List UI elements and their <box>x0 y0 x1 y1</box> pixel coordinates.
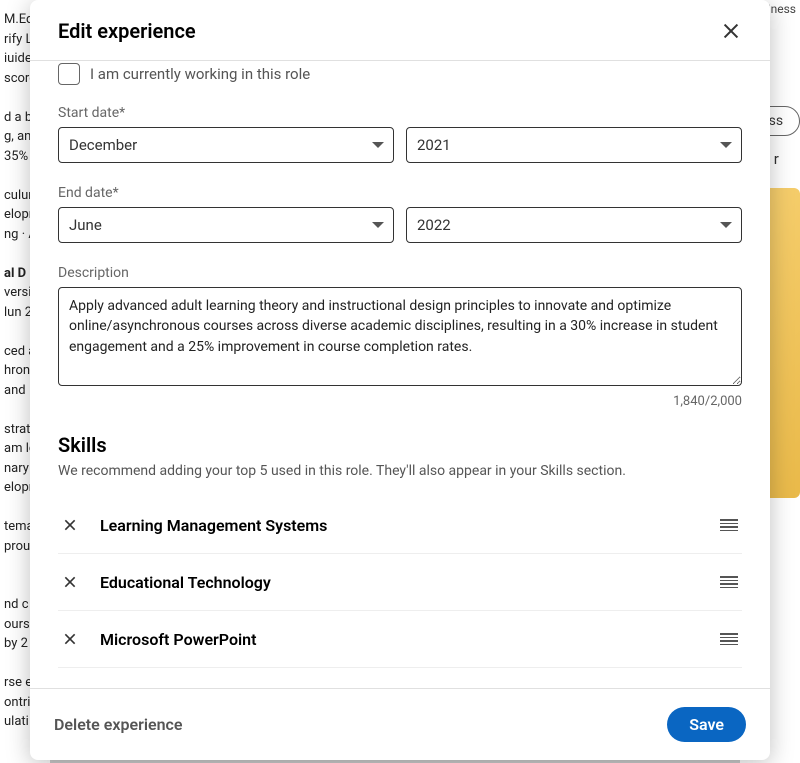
close-icon <box>720 20 742 42</box>
char-counter: 1,840/2,000 <box>58 394 742 409</box>
modal-footer: Delete experience Save <box>30 688 770 760</box>
end-year-select[interactable]: 2022 <box>406 207 742 243</box>
modal-header: Edit experience <box>30 0 770 61</box>
end-date-row: June 2022 <box>58 207 742 243</box>
skills-list: Learning Management Systems Educational … <box>58 497 742 688</box>
edit-experience-modal: Edit experience I am currently working i… <box>30 0 770 760</box>
drag-handle-icon[interactable] <box>716 515 742 535</box>
remove-skill-button[interactable] <box>58 513 82 537</box>
skill-row: Learning Management Systems <box>58 497 742 554</box>
start-date-row: December 2021 <box>58 127 742 163</box>
modal-title: Edit experience <box>58 19 196 43</box>
skills-hint: We recommend adding your top 5 used in t… <box>58 463 742 479</box>
end-date-label: End date* <box>58 185 742 201</box>
x-icon <box>62 517 78 533</box>
start-month-select[interactable]: December <box>58 127 394 163</box>
x-icon <box>62 574 78 590</box>
end-month-select[interactable]: June <box>58 207 394 243</box>
save-button[interactable]: Save <box>667 707 746 742</box>
currently-working-checkbox[interactable] <box>58 63 80 85</box>
start-date-label: Start date* <box>58 105 742 121</box>
modal-body: I am currently working in this role Star… <box>30 61 770 688</box>
drag-handle-icon[interactable] <box>716 572 742 592</box>
skill-row: Educational Technology <box>58 554 742 611</box>
skill-row: Articulate Storyline <box>58 668 742 688</box>
skill-name: Microsoft PowerPoint <box>100 630 716 649</box>
remove-skill-button[interactable] <box>58 627 82 651</box>
remove-skill-button[interactable] <box>58 570 82 594</box>
currently-working-label: I am currently working in this role <box>90 65 310 83</box>
skill-name: Educational Technology <box>100 573 716 592</box>
close-button[interactable] <box>716 16 746 46</box>
delete-experience-button[interactable]: Delete experience <box>54 715 182 734</box>
skills-heading: Skills <box>58 433 742 457</box>
start-year-select[interactable]: 2021 <box>406 127 742 163</box>
skill-name: Learning Management Systems <box>100 516 716 535</box>
currently-working-row: I am currently working in this role <box>58 63 742 85</box>
description-textarea[interactable] <box>58 287 742 386</box>
description-label: Description <box>58 265 742 281</box>
x-icon <box>62 631 78 647</box>
skill-row: Microsoft PowerPoint <box>58 611 742 668</box>
drag-handle-icon[interactable] <box>716 629 742 649</box>
